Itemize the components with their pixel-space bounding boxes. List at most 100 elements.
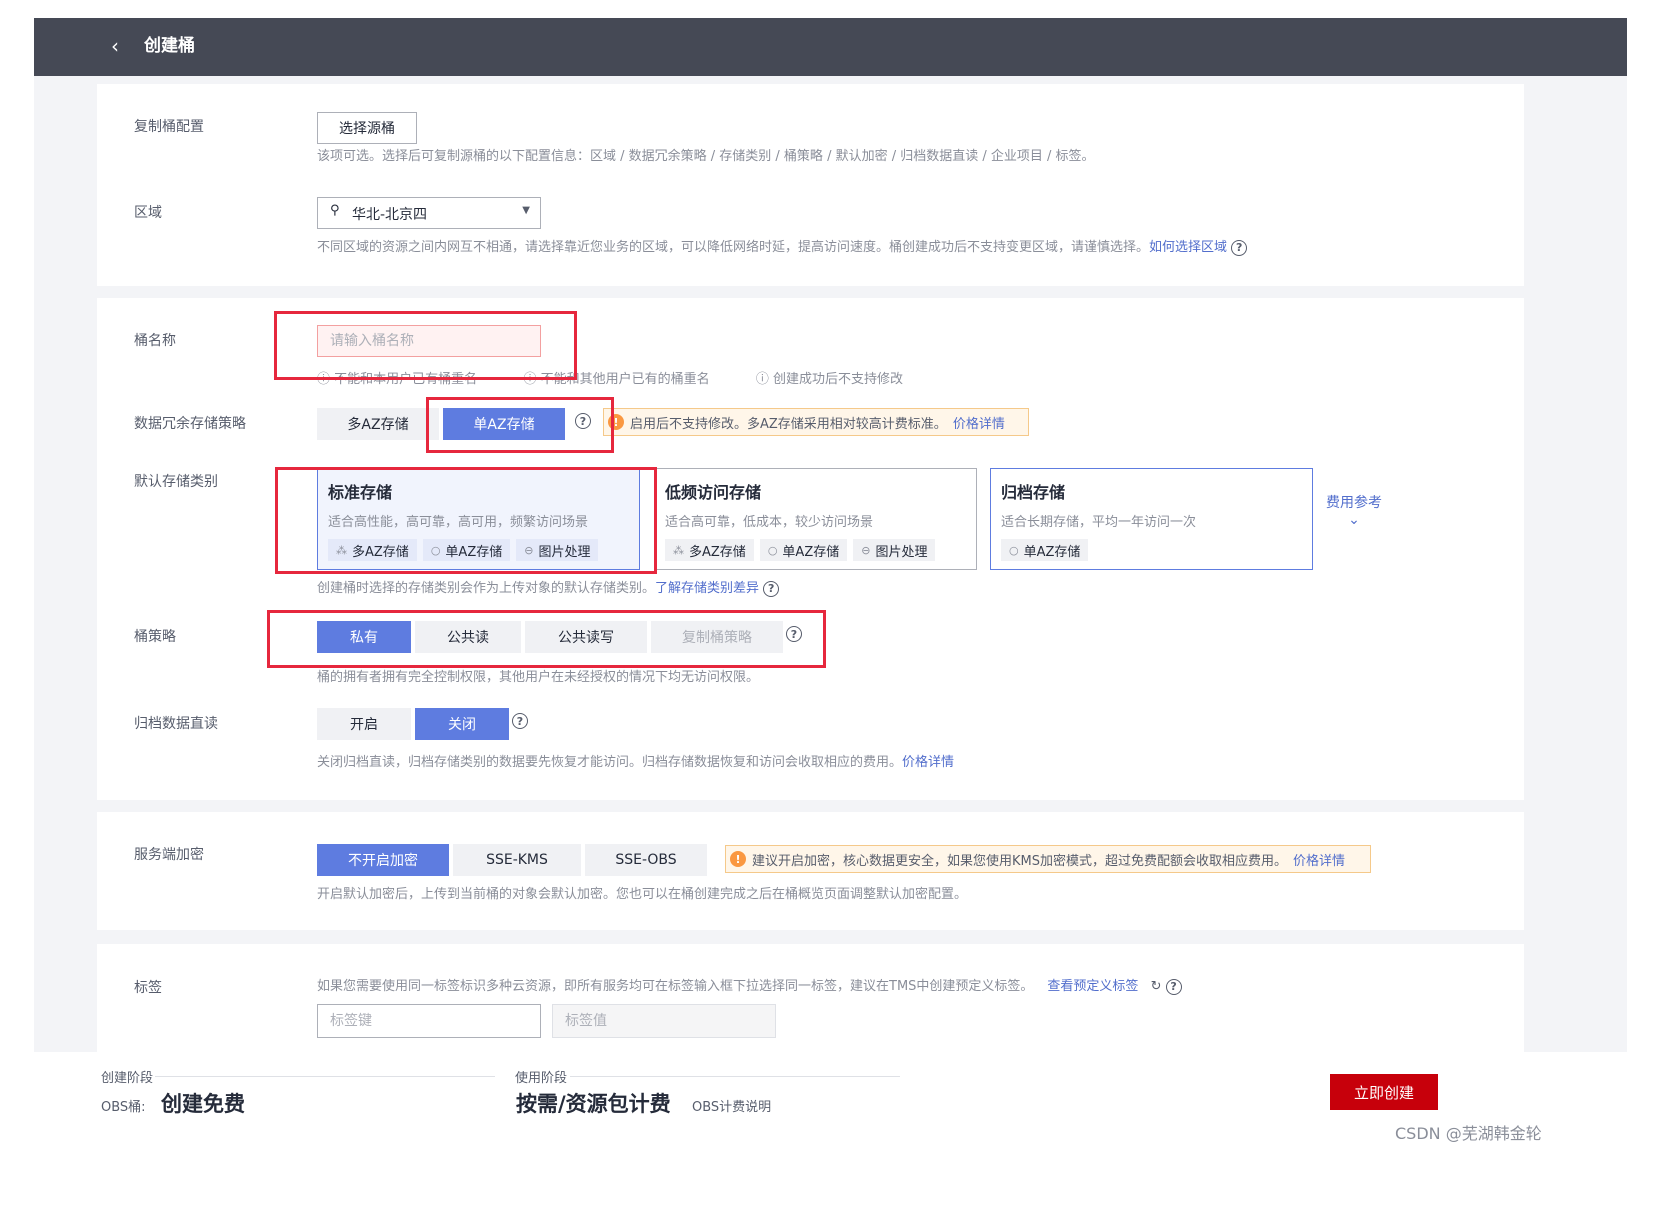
page-header: ‹ 创建桶	[34, 18, 1627, 76]
replicate-label: 复制桶配置	[134, 119, 204, 135]
encryption-option-none[interactable]: 不开启加密	[317, 844, 449, 876]
multi-az-icon: ⁂	[336, 543, 347, 557]
bucket-name-rules: ⓘ 不能和本用户已有桶重名 ⓘ 不能和其他用户已有的桶重名 ⓘ 创建成功后不支持…	[317, 372, 904, 387]
tags-card: 标签 如果您需要使用同一标签标识多种云资源，即所有服务均可在标签输入框下拉选择同…	[97, 944, 1524, 1052]
single-az-icon: ○	[1009, 543, 1019, 557]
refresh-icon[interactable]: ↻	[1151, 979, 1162, 994]
single-az-icon: ○	[430, 543, 441, 557]
help-icon[interactable]: ?	[786, 626, 802, 642]
archive-option-off[interactable]: 关闭	[415, 708, 509, 740]
info-icon: ⓘ	[523, 372, 541, 387]
help-icon[interactable]: ?	[1165, 978, 1182, 995]
storage-class-title: 标准存储	[328, 483, 393, 502]
encryption-option-sse-obs[interactable]: SSE-OBS	[585, 844, 707, 876]
view-predefined-tags-link[interactable]: 查看预定义标签	[1047, 979, 1138, 994]
price-detail-link[interactable]: 价格详情	[1293, 850, 1345, 869]
redundancy-option-multi-az[interactable]: 多AZ存储	[317, 408, 439, 440]
storage-class-diff-link[interactable]: 了解存储类别差异	[655, 581, 759, 596]
page-title: 创建桶	[144, 36, 195, 56]
archive-label: 归档数据直读	[134, 716, 218, 732]
multi-az-icon: ⁂	[673, 543, 684, 557]
encryption-card: 服务端加密 不开启加密 SSE-KMS SSE-OBS ! 建议开启加密，核心数…	[97, 812, 1524, 930]
basic-config-card: 复制桶配置 选择源桶 该项可选。选择后可复制源桶的以下配置信息：区域 / 数据冗…	[97, 84, 1524, 286]
region-hint: 不同区域的资源之间内网互不相通，请选择靠近您业务的区域，可以降低网络时延，提高访…	[317, 239, 1248, 257]
policy-label: 桶策略	[134, 629, 176, 645]
policy-option-public-read[interactable]: 公共读	[415, 621, 521, 653]
price-detail-link[interactable]: 价格详情	[902, 755, 954, 770]
archive-segmented: 开启 关闭	[317, 708, 513, 740]
storage-class-title: 低频访问存储	[665, 483, 762, 502]
archive-hint: 关闭归档直读，归档存储类别的数据要先恢复才能访问。归档存储数据恢复和访问会收取相…	[317, 755, 955, 770]
create-stage-label: 创建阶段	[101, 1071, 154, 1086]
help-icon[interactable]: ?	[512, 713, 528, 729]
divider	[570, 1076, 900, 1077]
replicate-hint: 该项可选。选择后可复制源桶的以下配置信息：区域 / 数据冗余策略 / 存储类别 …	[317, 149, 1095, 164]
back-arrow-icon[interactable]: ‹	[104, 34, 126, 58]
caret-down-icon: ▼	[522, 205, 530, 216]
tag-single-az: ○ 单AZ存储	[1001, 539, 1089, 561]
region-label: 区域	[134, 205, 162, 221]
cost-reference-link[interactable]: 费用参考 ⌄	[1326, 492, 1382, 528]
help-icon[interactable]: ?	[1231, 239, 1248, 256]
tag-single-az: ○ 单AZ存储	[422, 539, 511, 561]
storage-class-desc: 适合高性能，高可靠，高可用，频繁访问场景	[328, 515, 589, 530]
create-now-button[interactable]: 立即创建	[1330, 1074, 1438, 1110]
storage-class-desc: 适合高可靠，低成本，较少访问场景	[665, 515, 874, 530]
help-icon[interactable]: ?	[763, 580, 780, 597]
price-detail-link[interactable]: 价格详情	[953, 413, 1005, 432]
policy-segmented: 私有 公共读 公共读写 复制桶策略	[317, 621, 787, 653]
tag-value-input: 标签值	[552, 1004, 776, 1038]
tags-hint: 如果您需要使用同一标签标识多种云资源，即所有服务均可在标签输入框下拉选择同一标签…	[317, 978, 1182, 996]
info-icon: ⓘ	[755, 372, 774, 387]
use-stage-label: 使用阶段	[515, 1071, 568, 1086]
image-icon: ⊖	[524, 543, 534, 557]
storage-class-standard[interactable]: 标准存储 适合高性能，高可靠，高可用，频繁访问场景 ⁂ 多AZ存储 ○ 单AZ存储 …	[317, 468, 640, 570]
warning-icon: !	[730, 851, 746, 867]
policy-hint: 桶的拥有者拥有完全控制权限，其他用户在未经授权的情况下均无访问权限。	[317, 670, 760, 685]
region-value: 华北-北京四	[352, 207, 428, 223]
info-icon: ⓘ	[317, 372, 335, 387]
image-icon: ⊖	[861, 543, 871, 557]
storage-class-label: 默认存储类别	[134, 474, 218, 490]
policy-option-private[interactable]: 私有	[317, 621, 411, 653]
tag-image-processing: ⊖ 图片处理	[853, 539, 936, 561]
tag-single-az: ○ 单AZ存储	[759, 539, 848, 561]
storage-class-hint: 创建桶时选择的存储类别会作为上传对象的默认存储类别。了解存储类别差异 ?	[317, 580, 780, 598]
encryption-hint: 开启默认加密后，上传到当前桶的对象会默认加密。您也可以在桶创建完成之后在桶概览页…	[317, 887, 968, 902]
tag-image-processing: ⊖ 图片处理	[516, 539, 599, 561]
help-icon[interactable]: ?	[575, 413, 591, 429]
bucket-name-label: 桶名称	[134, 333, 176, 349]
tag-multi-az: ⁂ 多AZ存储	[328, 539, 417, 561]
archive-option-on[interactable]: 开启	[317, 708, 411, 740]
how-to-choose-region-link[interactable]: 如何选择区域	[1149, 240, 1227, 255]
encryption-segmented: 不开启加密 SSE-KMS SSE-OBS	[317, 844, 711, 876]
storage-class-title: 归档存储	[1001, 483, 1066, 502]
storage-class-desc: 适合长期存储，平均一年访问一次	[1001, 515, 1197, 530]
redundancy-segmented: 多AZ存储 单AZ存储	[317, 408, 569, 440]
chevron-down-icon: ⌄	[1348, 512, 1360, 528]
policy-option-copy: 复制桶策略	[651, 621, 783, 653]
policy-option-public-read-write[interactable]: 公共读写	[525, 621, 647, 653]
storage-class-archive[interactable]: 归档存储 适合长期存储，平均一年访问一次 ○ 单AZ存储	[990, 468, 1313, 570]
encryption-option-sse-kms[interactable]: SSE-KMS	[453, 844, 581, 876]
divider	[155, 1076, 495, 1077]
region-select[interactable]: ⚲ 华北-北京四 ▼	[317, 197, 541, 229]
warning-icon: !	[608, 414, 624, 430]
location-pin-icon: ⚲	[330, 203, 340, 218]
single-az-icon: ○	[767, 543, 778, 557]
watermark: CSDN @芜湖韩金轮	[1395, 1124, 1542, 1143]
pay-mode-text: 按需/资源包计费	[516, 1092, 671, 1116]
obs-billing-link[interactable]: OBS计费说明	[692, 1096, 771, 1115]
redundancy-label: 数据冗余存储策略	[134, 416, 246, 432]
obs-bucket-label: OBS桶:	[101, 1100, 146, 1115]
select-source-bucket-button[interactable]: 选择源桶	[317, 112, 417, 144]
tag-key-input[interactable]: 标签键	[317, 1004, 541, 1038]
storage-class-infrequent[interactable]: 低频访问存储 适合高可靠，低成本，较少访问场景 ⁂ 多AZ存储 ○ 单AZ存储 ⊖ 图…	[654, 468, 977, 570]
encryption-label: 服务端加密	[134, 847, 204, 863]
redundancy-warning: ! 启用后不支持修改。多AZ存储采用相对较高计费标准。 价格详情	[603, 408, 1029, 436]
create-free-text: 创建免费	[161, 1092, 245, 1116]
tags-label: 标签	[134, 980, 162, 996]
redundancy-option-single-az[interactable]: 单AZ存储	[443, 408, 565, 440]
tag-multi-az: ⁂ 多AZ存储	[665, 539, 754, 561]
bucket-name-input[interactable]: 请输入桶名称	[317, 325, 541, 357]
